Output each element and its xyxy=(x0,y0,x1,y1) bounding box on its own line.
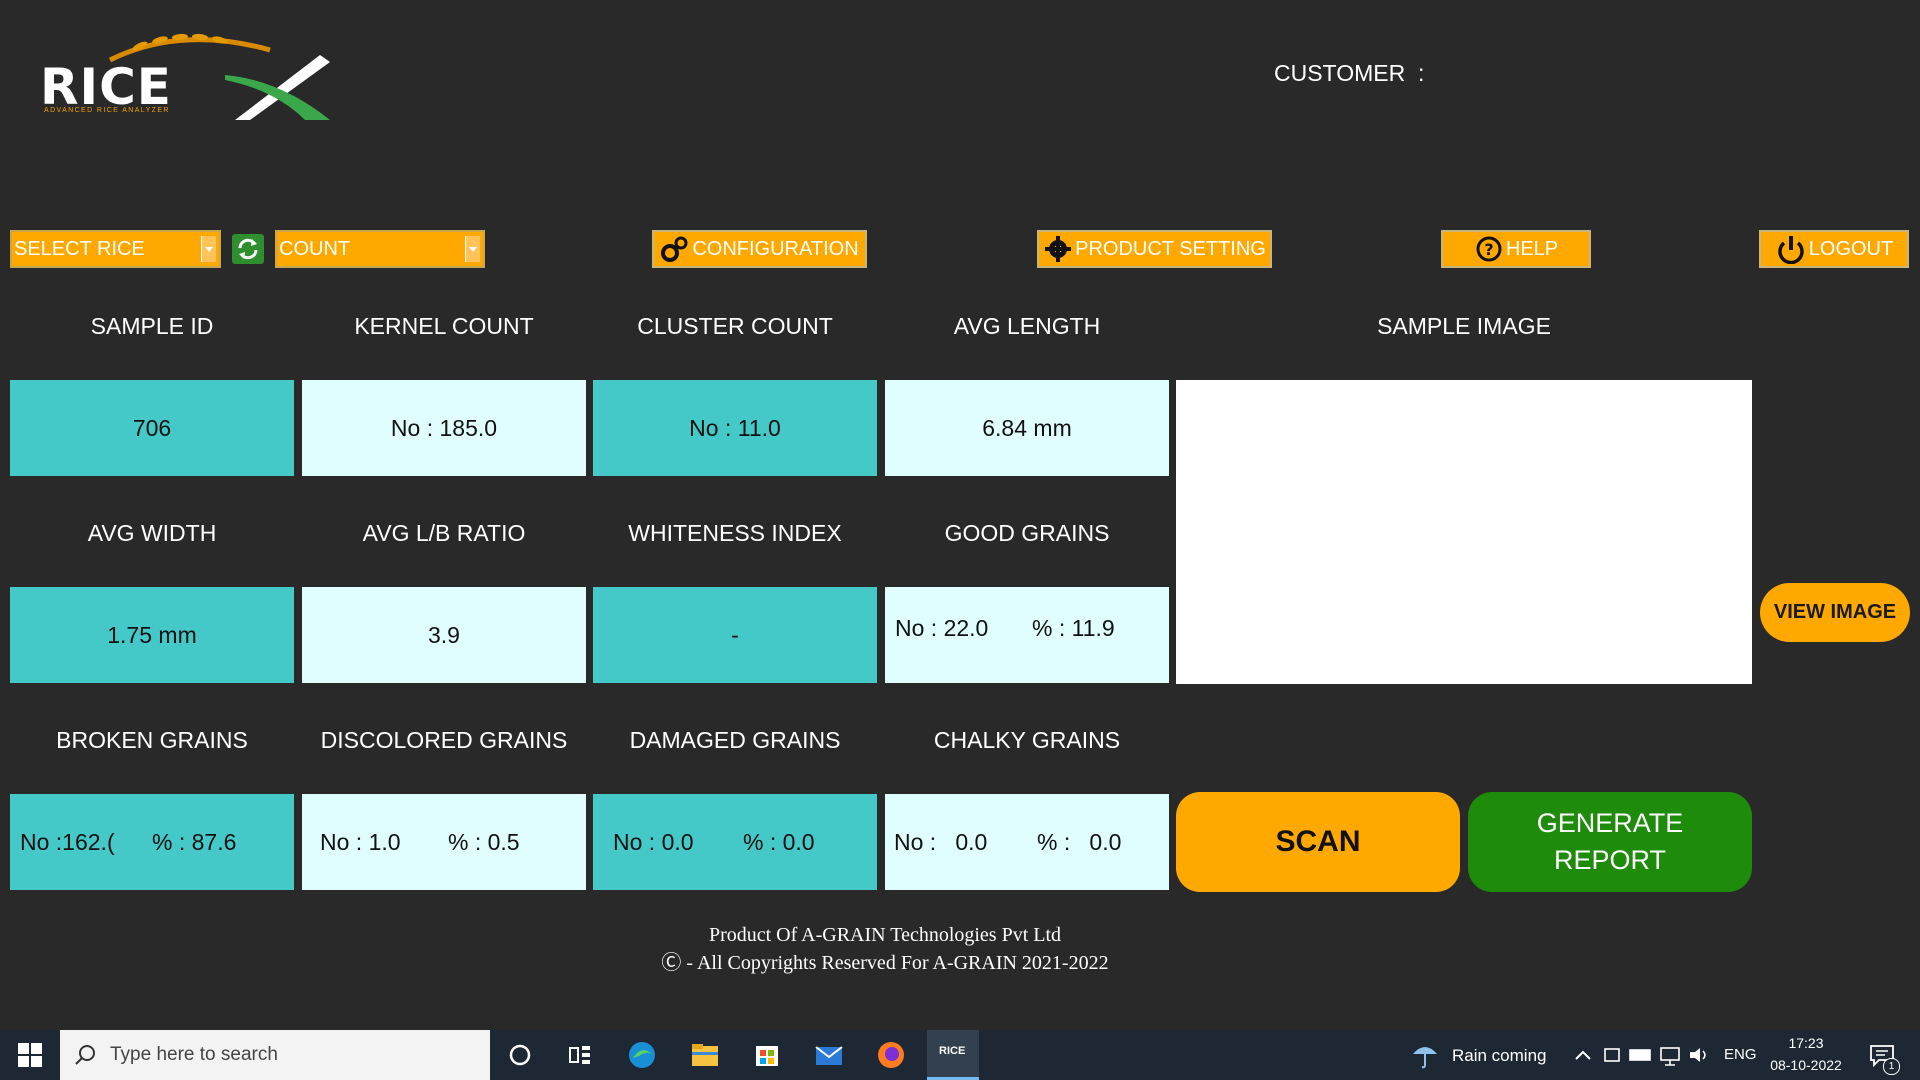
damaged-grains-value: No : 0.0 % : 0.0 xyxy=(593,794,877,890)
taskbar-search[interactable]: Type here to search xyxy=(60,1030,490,1080)
view-image-button[interactable]: VIEW IMAGE xyxy=(1760,583,1910,642)
power-icon xyxy=(1778,236,1804,264)
sample-id-label: SAMPLE ID xyxy=(90,313,214,339)
generate-report-line2: REPORT xyxy=(1553,845,1667,875)
refresh-icon xyxy=(238,238,258,260)
avg-lb-ratio-value: 3.9 xyxy=(302,587,586,683)
task-view-icon[interactable] xyxy=(565,1040,595,1070)
refresh-button[interactable] xyxy=(232,234,264,264)
product-setting-button[interactable]: PRODUCT SETTING xyxy=(1037,230,1272,268)
whiteness-index-label: WHITENESS INDEX xyxy=(628,520,842,546)
logo-subtitle: ADVANCED RICE ANALYZER xyxy=(44,107,170,114)
avg-length-value: 6.84 mm xyxy=(885,380,1169,476)
damaged-grains-count: No : 0.0 xyxy=(613,828,694,855)
gear-icon xyxy=(1045,236,1072,262)
customer-label: CUSTOMER xyxy=(1274,60,1406,86)
whiteness-index-value: - xyxy=(593,587,877,683)
footer-product: Product Of A-GRAIN Technologies Pvt Ltd xyxy=(708,924,1062,946)
windows-icon xyxy=(18,1043,42,1067)
discolored-grains-value: No : 1.0 % : 0.5 xyxy=(302,794,586,890)
generate-report-button[interactable]: GENERATE REPORT xyxy=(1468,792,1752,892)
avg-width-value: 1.75 mm xyxy=(10,587,294,683)
good-grains-value: No : 22.0 % : 11.9 xyxy=(885,587,1169,683)
logo-text: RICE xyxy=(40,58,172,116)
discolored-grains-label: DISCOLORED GRAINS xyxy=(320,727,568,753)
generate-report-line1: GENERATE xyxy=(1536,808,1684,838)
chevron-up-icon[interactable] xyxy=(1568,1040,1598,1070)
gears-icon xyxy=(661,236,688,262)
file-explorer-icon[interactable] xyxy=(690,1040,720,1070)
product-setting-label: PRODUCT SETTING xyxy=(1075,238,1266,260)
notification-count-badge: 1 xyxy=(1883,1058,1900,1075)
chalky-grains-count: No : 0.0 xyxy=(894,828,988,855)
logout-label: LOGOUT xyxy=(1808,238,1894,260)
edge-icon[interactable] xyxy=(627,1040,657,1070)
weather-text[interactable]: Rain coming xyxy=(1452,1046,1547,1066)
clock-date[interactable]: 08-10-2022 xyxy=(1766,1057,1846,1073)
cluster-count-label: CLUSTER COUNT xyxy=(637,313,833,339)
broken-grains-label: BROKEN GRAINS xyxy=(56,727,248,753)
cortana-icon[interactable] xyxy=(505,1040,535,1070)
sample-id-value: 706 xyxy=(10,380,294,476)
good-grains-count: No : 22.0 xyxy=(895,615,989,641)
meet-now-icon[interactable] xyxy=(1597,1040,1627,1070)
logo-x-mark xyxy=(225,55,330,120)
select-rice-label: SELECT RICE xyxy=(14,238,145,260)
ricex-logo: RICE ADVANCED RICE ANALYZER xyxy=(40,30,340,120)
damaged-grains-label: DAMAGED GRAINS xyxy=(629,727,841,753)
count-label: COUNT xyxy=(279,238,351,260)
chalky-grains-percent: % : 0.0 xyxy=(1037,828,1122,855)
damaged-grains-percent: % : 0.0 xyxy=(743,828,815,855)
kernel-count-label: KERNEL COUNT xyxy=(354,313,534,339)
configuration-label: CONFIGURATION xyxy=(692,238,859,260)
battery-icon[interactable] xyxy=(1626,1040,1656,1070)
search-placeholder: Type here to search xyxy=(110,1044,278,1065)
chevron-down-icon xyxy=(201,236,216,262)
discolored-grains-percent: % : 0.5 xyxy=(448,828,520,855)
volume-icon[interactable] xyxy=(1685,1040,1715,1070)
clock-time[interactable]: 17:23 xyxy=(1766,1035,1846,1051)
help-button[interactable]: ? HELP xyxy=(1441,230,1591,268)
sample-image-label: SAMPLE IMAGE xyxy=(1377,313,1551,339)
kernel-count-value: No : 185.0 xyxy=(302,380,586,476)
avg-width-label: AVG WIDTH xyxy=(87,520,217,546)
count-dropdown[interactable]: COUNT xyxy=(275,230,485,268)
chevron-down-icon xyxy=(465,236,480,262)
cluster-count-value: No : 11.0 xyxy=(593,380,877,476)
sample-image-panel xyxy=(1176,380,1752,684)
windows-start-button[interactable] xyxy=(18,1043,42,1072)
customer-colon: : xyxy=(1418,60,1425,86)
mail-icon[interactable] xyxy=(814,1040,844,1070)
broken-grains-value: No :162.( % : 87.6 xyxy=(10,794,294,890)
scan-button[interactable]: SCAN xyxy=(1176,792,1460,892)
avg-lb-ratio-label: AVG L/B RATIO xyxy=(362,520,526,546)
chalky-grains-value: No : 0.0 % : 0.0 xyxy=(885,794,1169,890)
good-grains-percent: % : 11.9 xyxy=(1032,615,1115,641)
search-icon xyxy=(75,1045,95,1065)
store-icon[interactable] xyxy=(752,1040,782,1070)
weather-umbrella-icon xyxy=(1413,1047,1437,1069)
broken-grains-count: No :162.( xyxy=(20,828,115,855)
network-icon[interactable] xyxy=(1656,1040,1686,1070)
logout-button[interactable]: LOGOUT xyxy=(1759,230,1909,268)
help-label: HELP xyxy=(1505,238,1559,260)
configuration-button[interactable]: CONFIGURATION xyxy=(652,230,867,268)
help-icon: ? xyxy=(1476,236,1502,262)
footer-copyright: Ⓒ - All Copyrights Reserved For A-GRAIN … xyxy=(661,952,1109,974)
language-indicator[interactable]: ENG xyxy=(1724,1046,1757,1063)
svg-text:?: ? xyxy=(1484,240,1493,259)
avg-length-label: AVG LENGTH xyxy=(953,313,1101,339)
good-grains-label: GOOD GRAINS xyxy=(944,520,1110,546)
ricex-taskbar-label: RICE xyxy=(939,1045,966,1057)
broken-grains-percent: % : 87.6 xyxy=(152,828,237,855)
select-rice-dropdown[interactable]: SELECT RICE xyxy=(10,230,221,268)
chalky-grains-label: CHALKY GRAINS xyxy=(933,727,1121,753)
discolored-grains-count: No : 1.0 xyxy=(320,828,401,855)
firefox-icon[interactable] xyxy=(876,1040,906,1070)
ricex-taskbar-app[interactable]: RICE xyxy=(927,1030,979,1080)
